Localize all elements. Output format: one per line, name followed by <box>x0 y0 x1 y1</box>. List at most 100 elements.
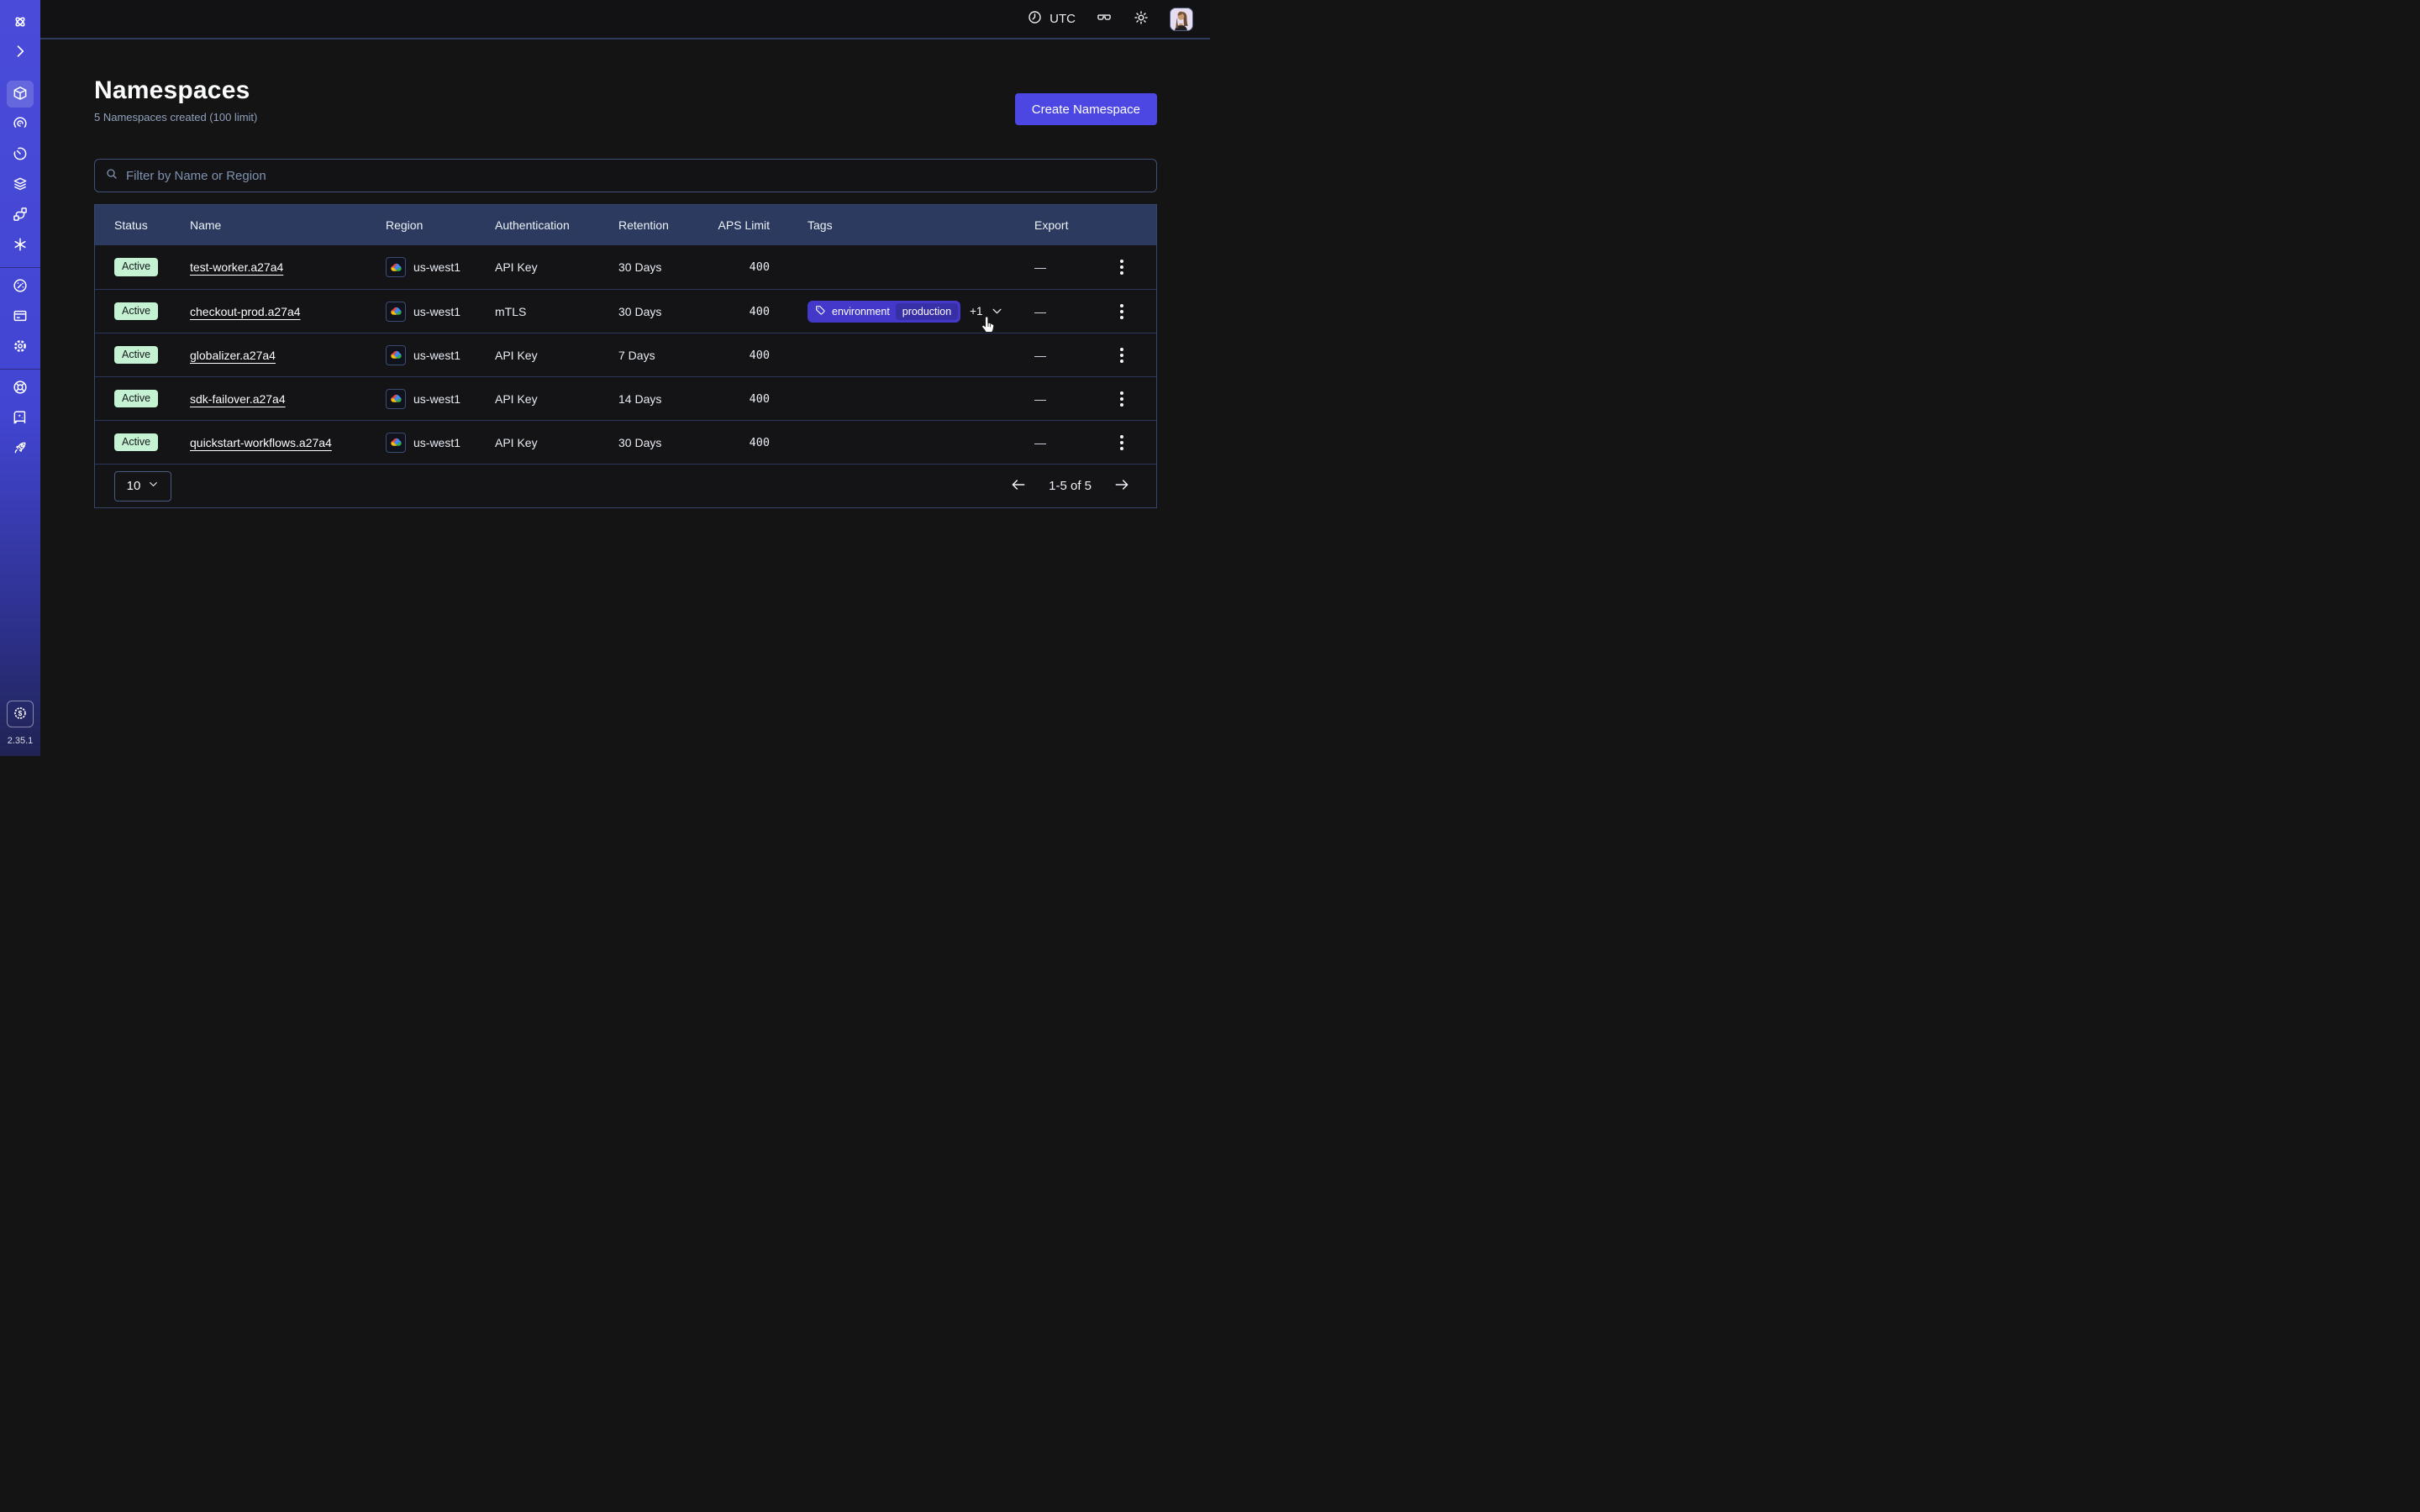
asterisk-icon <box>12 236 29 255</box>
sidebar-item-settings[interactable] <box>7 333 34 360</box>
aps-limit-cell: 400 <box>712 349 770 362</box>
name-cell: quickstart-workflows.a27a4 <box>190 436 386 449</box>
temporal-logo-icon[interactable] <box>7 8 34 35</box>
timezone-label: UTC <box>1050 12 1076 26</box>
status-badge: Active <box>114 433 158 452</box>
theme-toggle[interactable] <box>1133 9 1150 29</box>
region-label: us-west1 <box>413 392 460 406</box>
table-row: Active sdk-failover.a27a4 us-west1 API K… <box>95 376 1156 420</box>
namespaces-table: Status Name Region Authentication Retent… <box>94 204 1157 508</box>
arrow-right-icon <box>1113 476 1130 496</box>
tag-more-count: +1 <box>970 305 982 318</box>
table-row: Active globalizer.a27a4 us-west1 API Key… <box>95 333 1156 376</box>
sidebar-item-schedules[interactable] <box>7 141 34 168</box>
next-page-button[interactable] <box>1113 476 1130 496</box>
user-avatar[interactable] <box>1170 8 1193 31</box>
region-cell: us-west1 <box>386 433 495 453</box>
status-badge: Active <box>114 258 158 276</box>
namespace-link[interactable]: quickstart-workflows.a27a4 <box>190 436 332 449</box>
namespace-link[interactable]: checkout-prod.a27a4 <box>190 305 301 318</box>
col-aps-limit: APS Limit <box>712 218 770 232</box>
export-cell: — <box>1034 301 1137 323</box>
aps-limit-cell: 400 <box>712 305 770 318</box>
sidebar-item-insights[interactable] <box>7 111 34 138</box>
page-size-value: 10 <box>127 479 141 493</box>
sidebar-item-getting-started[interactable] <box>7 435 34 462</box>
chevron-down-icon[interactable] <box>991 305 1003 318</box>
glasses-icon <box>1096 9 1113 29</box>
chevron-down-icon <box>148 479 159 493</box>
row-actions-kebab[interactable] <box>1117 256 1127 278</box>
col-export: Export <box>1034 218 1137 232</box>
row-actions-kebab[interactable] <box>1117 388 1127 410</box>
namespace-link[interactable]: test-worker.a27a4 <box>190 260 283 274</box>
auth-cell: API Key <box>495 260 618 274</box>
spiral-icon <box>12 115 29 134</box>
row-actions-kebab[interactable] <box>1117 344 1127 366</box>
status-cell: Active <box>114 302 190 321</box>
cube-icon <box>12 85 29 104</box>
col-authentication: Authentication <box>495 218 618 232</box>
retention-cell: 30 Days <box>618 436 712 449</box>
tags-cell: environment production +1 <box>770 301 1034 323</box>
filter-bar <box>94 159 1157 192</box>
gcp-cloud-icon <box>386 389 406 409</box>
region-cell: us-west1 <box>386 302 495 322</box>
auth-cell: API Key <box>495 349 618 362</box>
sidebar-item-workers[interactable] <box>7 232 34 259</box>
page-range-label: 1-5 of 5 <box>1049 479 1092 493</box>
lifebuoy-icon <box>12 379 29 398</box>
col-tags: Tags <box>770 218 1034 232</box>
page-size-select[interactable]: 10 <box>114 471 171 501</box>
arrow-left-icon <box>1010 476 1027 496</box>
accessibility-toggle[interactable] <box>1096 9 1113 29</box>
sidebar-item-nexus[interactable] <box>7 202 34 228</box>
sidebar-item-docs[interactable] <box>7 405 34 432</box>
region-label: us-west1 <box>413 260 460 274</box>
tag-key: environment <box>832 306 890 318</box>
sidebar-item-namespaces[interactable] <box>7 81 34 108</box>
tag-icon <box>815 305 826 318</box>
export-value: — <box>1034 305 1046 318</box>
create-namespace-button[interactable]: Create Namespace <box>1015 93 1157 125</box>
chevron-right-icon <box>12 43 29 62</box>
prev-page-button[interactable] <box>1010 476 1027 496</box>
sidebar-item-deployments[interactable] <box>7 171 34 198</box>
sidebar-item-usage[interactable] <box>7 273 34 300</box>
main-content: Namespaces 5 Namespaces created (100 lim… <box>40 39 1210 756</box>
timer-icon <box>12 145 29 165</box>
status-badge: Active <box>114 390 158 408</box>
sidebar-divider <box>0 369 40 370</box>
namespace-link[interactable]: globalizer.a27a4 <box>190 349 276 362</box>
gcp-cloud-icon <box>386 345 406 365</box>
region-cell: us-west1 <box>386 257 495 277</box>
search-icon <box>105 167 118 185</box>
row-actions-kebab[interactable] <box>1117 432 1127 454</box>
retention-cell: 30 Days <box>618 305 712 318</box>
status-cell: Active <box>114 346 190 365</box>
region-label: us-west1 <box>413 349 460 362</box>
filter-input[interactable] <box>126 169 1146 183</box>
col-status: Status <box>114 218 190 232</box>
sidebar-expand-button[interactable] <box>7 39 34 66</box>
page-subtitle: 5 Namespaces created (100 limit) <box>94 111 257 123</box>
dollar-badge-icon <box>12 705 29 724</box>
aps-limit-cell: 400 <box>712 436 770 449</box>
aps-limit-cell: 400 <box>712 392 770 406</box>
tag-badge[interactable]: environment production <box>808 301 960 323</box>
layers-icon <box>12 176 29 195</box>
row-actions-kebab[interactable] <box>1117 301 1127 323</box>
gcp-cloud-icon <box>386 433 406 453</box>
auth-cell: API Key <box>495 436 618 449</box>
export-cell: — <box>1034 432 1137 454</box>
status-cell: Active <box>114 390 190 408</box>
name-cell: globalizer.a27a4 <box>190 349 386 362</box>
timezone-button[interactable]: UTC <box>1027 9 1076 29</box>
credits-button[interactable] <box>7 701 34 727</box>
namespace-link[interactable]: sdk-failover.a27a4 <box>190 392 286 406</box>
name-cell: test-worker.a27a4 <box>190 260 386 274</box>
export-value: — <box>1034 392 1046 406</box>
retention-cell: 30 Days <box>618 260 712 274</box>
sidebar-item-billing[interactable] <box>7 303 34 330</box>
sidebar-item-support[interactable] <box>7 375 34 402</box>
